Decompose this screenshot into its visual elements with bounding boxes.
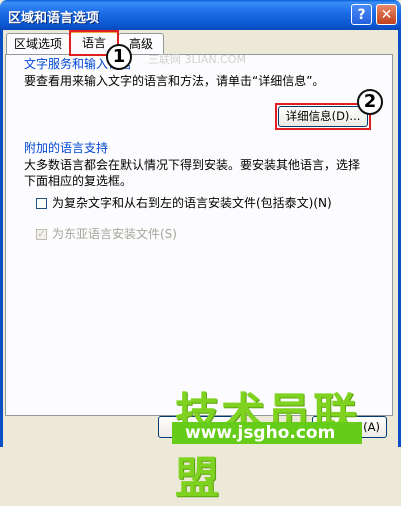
east-asian-checkbox[interactable]: ✓ xyxy=(36,229,47,240)
supplemental-legend: 附加的语言支持 xyxy=(22,141,111,155)
faint-watermark: 三联网 3LIAN.COM xyxy=(148,53,246,66)
window-title: 区域和语言选项 xyxy=(8,11,100,26)
url-watermark: www.jsgho.com xyxy=(185,423,336,443)
step-marker-2: 2 xyxy=(357,89,383,115)
east-asian-label: 为东亚语言安装文件(S) xyxy=(52,227,177,241)
step-marker-1: 1 xyxy=(106,44,132,70)
close-button[interactable]: ✕ xyxy=(376,4,397,25)
complex-script-checkbox[interactable] xyxy=(36,198,47,209)
supplemental-description-line1: 大多数语言都会在默认情况下得到安装。要安装其他语言，选择 xyxy=(24,158,361,172)
complex-script-label[interactable]: 为复杂文字和从右到左的语言安装文件(包括泰文)(N) xyxy=(52,195,332,211)
window-frame-left xyxy=(0,30,3,447)
highlight-box-details xyxy=(275,103,371,130)
help-button[interactable]: ? xyxy=(351,4,372,25)
tab-regional-options[interactable]: 区域选项 xyxy=(6,33,70,54)
supplemental-description-line2: 下面相应的复选框。 xyxy=(24,174,133,188)
text-services-description: 要查看用来输入文字的语言和方法，请单击“详细信息”。 xyxy=(24,74,325,88)
title-bar[interactable]: 区域和语言选项 ? ✕ xyxy=(0,0,401,30)
